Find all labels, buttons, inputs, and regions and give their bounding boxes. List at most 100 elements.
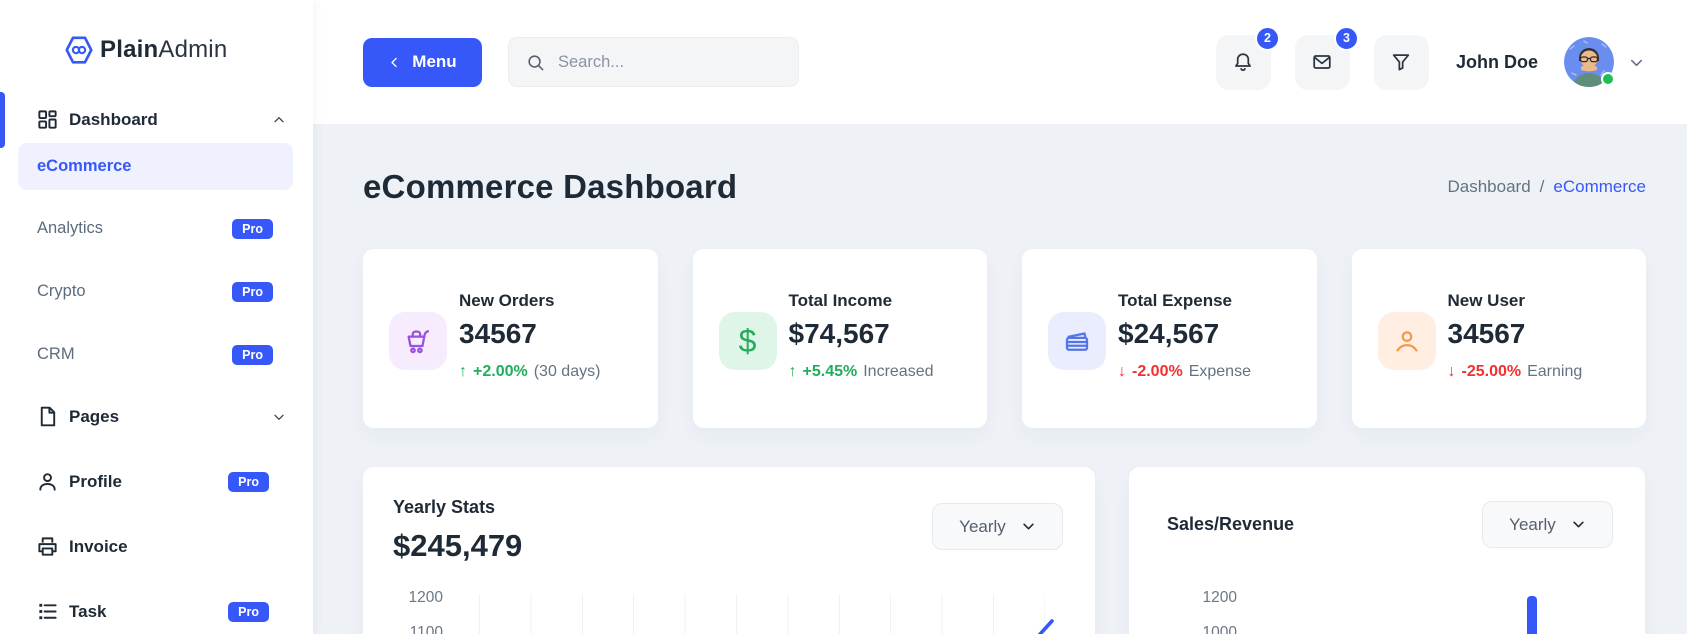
line-series-tip bbox=[1031, 617, 1055, 634]
sidebar-item-crypto[interactable]: Crypto Pro bbox=[18, 268, 293, 315]
arrow-up-icon: ↑ bbox=[459, 363, 467, 381]
page-head: eCommerce Dashboard Dashboard / eCommerc… bbox=[363, 168, 1646, 206]
y-axis-tick: 1100 bbox=[393, 624, 443, 634]
bar-series-segment bbox=[1527, 596, 1537, 634]
page-title: eCommerce Dashboard bbox=[363, 168, 737, 206]
breadcrumb-dashboard-link[interactable]: Dashboard bbox=[1448, 177, 1531, 197]
brand-name-secondary: Admin bbox=[158, 36, 227, 63]
chevron-up-icon bbox=[271, 112, 287, 128]
funnel-icon bbox=[1390, 51, 1412, 73]
plainadmin-logo[interactable]: PlainAdmin bbox=[0, 0, 313, 76]
stat-label: Total Income bbox=[789, 291, 934, 311]
stat-change-note: Expense bbox=[1189, 363, 1251, 381]
stat-change: ↑ +2.00% (30 days) bbox=[459, 363, 600, 381]
yearly-stats-head: Yearly Stats $245,479 Yearly bbox=[363, 467, 1095, 564]
sidebar-item-crm[interactable]: CRM Pro bbox=[18, 331, 293, 378]
sidebar-item-label: eCommerce bbox=[37, 157, 131, 176]
stat-change: ↓ -2.00% Expense bbox=[1118, 363, 1251, 381]
plainadmin-logo-icon bbox=[64, 35, 94, 65]
chevron-down-icon bbox=[271, 409, 287, 425]
stat-change-note: Earning bbox=[1527, 363, 1582, 381]
pro-badge: Pro bbox=[232, 282, 273, 302]
filter-button[interactable] bbox=[1374, 35, 1429, 90]
cart-icon bbox=[389, 312, 447, 370]
messages-count-badge: 3 bbox=[1334, 26, 1359, 51]
y-axis-tick: 1200 bbox=[393, 589, 443, 607]
stat-card-total-expense: Total Expense $24,567 ↓ -2.00% Expense bbox=[1022, 249, 1317, 428]
search-icon bbox=[526, 53, 545, 72]
stat-card-total-income: $ Total Income $74,567 ↑ +5.45% Increase… bbox=[693, 249, 988, 428]
sales-revenue-head: Sales/Revenue Yearly bbox=[1129, 467, 1645, 548]
yearly-stats-total: $245,479 bbox=[393, 528, 522, 564]
menu-button-label: Menu bbox=[412, 52, 456, 72]
brand-name: PlainAdmin bbox=[100, 36, 227, 64]
sidebar-item-profile[interactable]: Profile Pro bbox=[0, 458, 313, 505]
pro-badge: Pro bbox=[232, 345, 273, 365]
online-status-dot bbox=[1601, 72, 1615, 86]
user-icon bbox=[1378, 312, 1436, 370]
chart-gridlines bbox=[479, 594, 1045, 634]
chevron-down-icon[interactable] bbox=[1627, 53, 1646, 72]
sidebar-item-label: Task bbox=[69, 602, 107, 622]
stat-card-new-orders: New Orders 34567 ↑ +2.00% (30 days) bbox=[363, 249, 658, 428]
page-scrollbar-track[interactable] bbox=[1687, 0, 1693, 634]
sidebar-item-dashboard[interactable]: Dashboard bbox=[0, 96, 313, 143]
notifications-count-badge: 2 bbox=[1255, 26, 1280, 51]
stat-change-percent: +5.45% bbox=[803, 363, 858, 381]
stat-label: New User bbox=[1448, 291, 1583, 311]
stat-label: New Orders bbox=[459, 291, 600, 311]
sidebar-item-invoice[interactable]: Invoice bbox=[0, 523, 313, 570]
list-icon bbox=[36, 600, 59, 623]
sidebar-item-label: Crypto bbox=[37, 282, 86, 301]
stat-value: $24,567 bbox=[1118, 318, 1251, 350]
stat-card-new-user: New User 34567 ↓ -25.00% Earning bbox=[1352, 249, 1647, 428]
yearly-stats-period-select[interactable]: Yearly bbox=[932, 503, 1063, 550]
sidebar-item-ecommerce[interactable]: eCommerce bbox=[18, 143, 293, 190]
stat-value: 34567 bbox=[459, 318, 600, 350]
arrow-up-icon: ↑ bbox=[789, 363, 797, 381]
stat-label: Total Expense bbox=[1118, 291, 1251, 311]
search-box bbox=[508, 37, 799, 87]
stat-change-percent: -25.00% bbox=[1462, 363, 1522, 381]
chevron-left-icon bbox=[388, 56, 401, 69]
brand-name-primary: Plain bbox=[100, 36, 158, 63]
sidebar-item-pages[interactable]: Pages bbox=[0, 393, 313, 440]
sidebar-item-label: CRM bbox=[37, 345, 75, 364]
dollar-icon: $ bbox=[719, 312, 777, 370]
stat-value: $74,567 bbox=[789, 318, 934, 350]
sidebar-item-label: Profile bbox=[69, 472, 122, 492]
bell-icon bbox=[1232, 51, 1254, 73]
user-name[interactable]: John Doe bbox=[1456, 52, 1538, 73]
sales-revenue-period-select[interactable]: Yearly bbox=[1482, 501, 1613, 548]
stat-change: ↓ -25.00% Earning bbox=[1448, 363, 1583, 381]
sidebar-item-label: Invoice bbox=[69, 537, 128, 557]
sales-revenue-card: Sales/Revenue Yearly 1200 1000 bbox=[1129, 467, 1645, 634]
stat-card-body: Total Expense $24,567 ↓ -2.00% Expense bbox=[1118, 291, 1251, 381]
sidebar: PlainAdmin Dashboard eCommerce Analytics… bbox=[0, 0, 313, 634]
period-select-value: Yearly bbox=[959, 517, 1006, 537]
arrow-down-icon: ↓ bbox=[1118, 363, 1126, 381]
credit-card-icon bbox=[1048, 312, 1106, 370]
search-input[interactable] bbox=[558, 53, 781, 72]
sidebar-item-task[interactable]: Task Pro bbox=[0, 588, 313, 634]
sidebar-item-analytics[interactable]: Analytics Pro bbox=[18, 205, 293, 252]
chevron-down-icon bbox=[1571, 517, 1586, 532]
app-window: PlainAdmin Dashboard eCommerce Analytics… bbox=[0, 0, 1693, 634]
grid-icon bbox=[36, 108, 59, 131]
stat-change-note: (30 days) bbox=[534, 363, 601, 381]
arrow-down-icon: ↓ bbox=[1448, 363, 1456, 381]
notifications-button[interactable]: 2 bbox=[1216, 35, 1271, 90]
chart-title: Yearly Stats bbox=[393, 497, 522, 518]
main-content: eCommerce Dashboard Dashboard / eCommerc… bbox=[313, 124, 1693, 634]
user-icon bbox=[36, 470, 59, 493]
charts-row: Yearly Stats $245,479 Yearly 1200 1100 bbox=[363, 467, 1646, 634]
stats-row: New Orders 34567 ↑ +2.00% (30 days) $ To… bbox=[363, 249, 1646, 428]
y-axis-tick: 1200 bbox=[1167, 589, 1237, 607]
breadcrumb-current[interactable]: eCommerce bbox=[1553, 177, 1646, 197]
menu-button[interactable]: Menu bbox=[363, 38, 482, 87]
messages-button[interactable]: 3 bbox=[1295, 35, 1350, 90]
avatar[interactable] bbox=[1564, 37, 1614, 87]
period-select-value: Yearly bbox=[1509, 515, 1556, 535]
stat-card-body: Total Income $74,567 ↑ +5.45% Increased bbox=[789, 291, 934, 381]
stat-change-note: Increased bbox=[863, 363, 933, 381]
